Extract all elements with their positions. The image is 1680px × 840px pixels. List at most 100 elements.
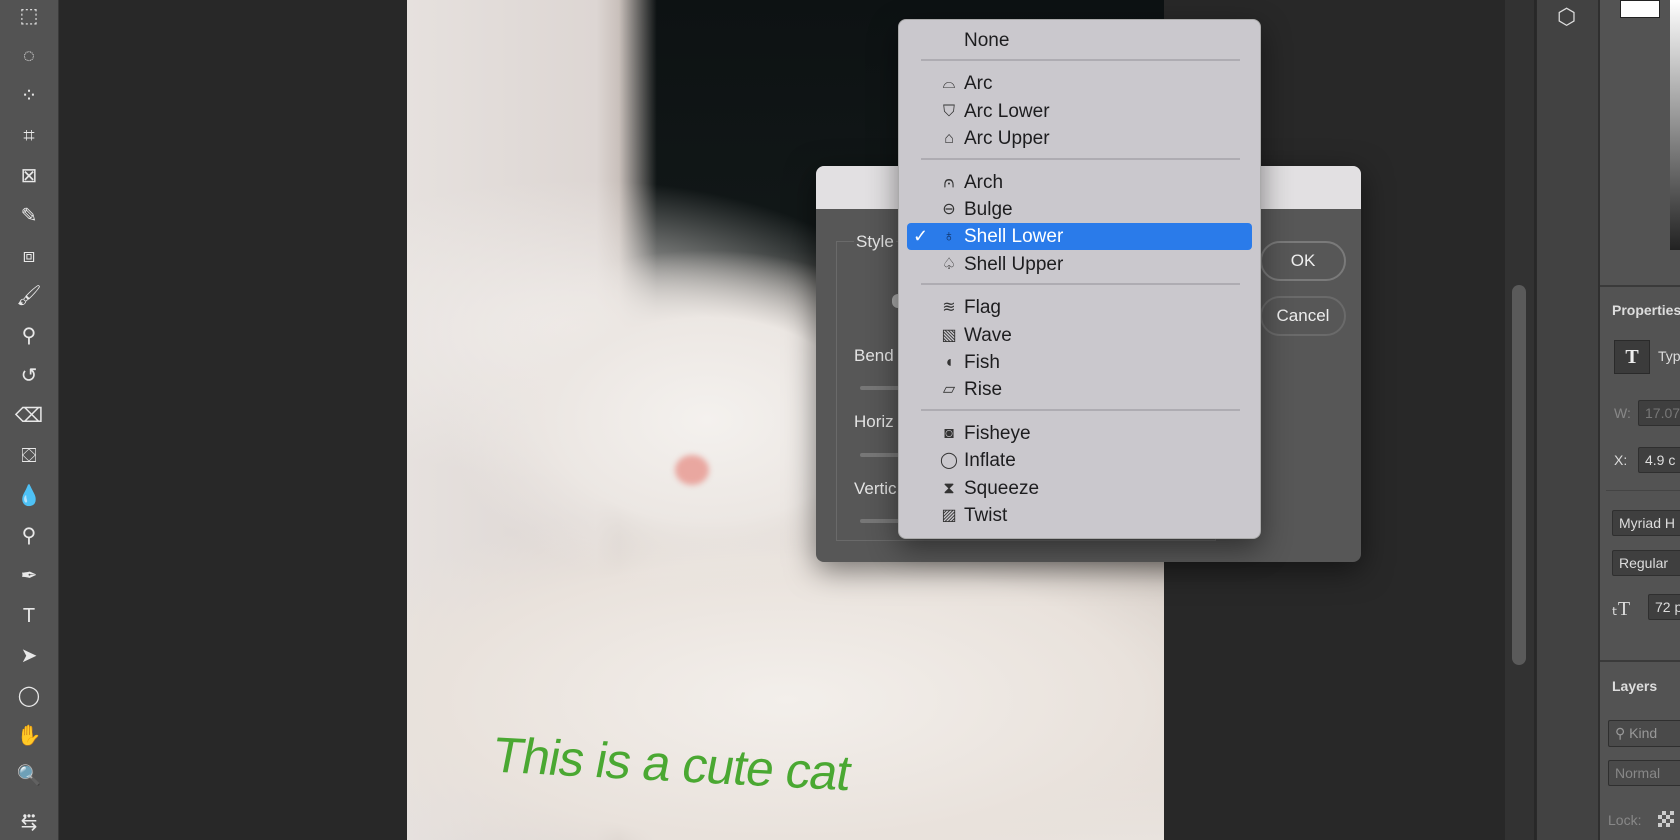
- shell-upper-warp-icon: ♤: [941, 255, 957, 273]
- fish-warp-icon: ◖: [944, 354, 954, 371]
- menu-item-label: Arc: [964, 73, 993, 95]
- font-size-field[interactable]: 72 p: [1648, 594, 1680, 620]
- squeeze-warp-icon: ⧗: [943, 479, 955, 497]
- menu-item-arch[interactable]: ⩀ Arch: [907, 169, 1252, 196]
- vertical-distortion-label: Vertic: [854, 479, 897, 498]
- menu-item-label: Fisheye: [964, 422, 1031, 444]
- marquee-icon[interactable]: ⬚: [14, 2, 44, 30]
- menu-separator: [921, 157, 1240, 160]
- arch-warp-icon: ⩀: [943, 173, 955, 191]
- frame-icon[interactable]: ⊠: [14, 162, 44, 190]
- search-icon: ⚲: [1615, 725, 1630, 741]
- eyedropper-icon[interactable]: ✎: [14, 202, 44, 230]
- menu-item-fish[interactable]: ◖ Fish: [907, 349, 1252, 376]
- arc-upper-warp-icon: ⌂: [944, 130, 954, 148]
- color-slider[interactable]: [1670, 0, 1680, 250]
- menu-item-label: Fish: [964, 352, 1000, 373]
- menu-item-label: Wave: [964, 324, 1012, 346]
- type-icon[interactable]: T: [14, 602, 44, 630]
- menu-item-twist[interactable]: ▨ Twist: [907, 502, 1252, 529]
- menu-item-label: Inflate: [964, 450, 1016, 472]
- menu-separator: [921, 59, 1240, 62]
- menu-separator: [921, 408, 1240, 411]
- menu-item-squeeze[interactable]: ⧗ Squeeze: [907, 475, 1252, 502]
- menu-item-none[interactable]: None: [907, 27, 1252, 54]
- cancel-button[interactable]: Cancel: [1260, 296, 1346, 336]
- arc-lower-warp-icon: ⛉: [942, 102, 955, 120]
- layer-kind-filter[interactable]: ⚲ Kind: [1608, 720, 1680, 747]
- layers-tab[interactable]: Layers: [1612, 678, 1657, 694]
- menu-item-label: Shell Upper: [964, 253, 1064, 275]
- menu-item-arc-upper[interactable]: ⌂ Arc Upper: [907, 125, 1252, 152]
- font-family-select[interactable]: Myriad H: [1612, 510, 1680, 536]
- pen-icon[interactable]: ✒: [14, 562, 44, 590]
- shell-lower-warp-icon: ♁: [943, 228, 955, 246]
- flag-warp-icon: ≋: [942, 299, 956, 317]
- panel-icon-strip: ⬡: [1536, 0, 1598, 840]
- vertical-scrollbar-thumb[interactable]: [1512, 285, 1526, 665]
- menu-item-label: Arch: [964, 171, 1004, 193]
- menu-item-fisheye[interactable]: ◙ Fisheye: [907, 420, 1252, 447]
- blend-mode-select[interactable]: Normal: [1608, 760, 1680, 786]
- bulge-warp-icon: ⊖: [942, 201, 956, 218]
- inflate-warp-icon: ◯: [940, 452, 958, 470]
- path-select-icon[interactable]: ➤: [14, 642, 44, 670]
- properties-title: Properties: [1612, 302, 1680, 318]
- width-field[interactable]: 17.07: [1638, 400, 1680, 426]
- style-label: Style: [854, 232, 896, 252]
- menu-item-arc[interactable]: ⌓ Arc: [907, 70, 1252, 97]
- fisheye-warp-icon: ◙: [944, 424, 954, 442]
- quick-select-icon[interactable]: ⁘: [14, 82, 44, 110]
- cat-nose: [675, 455, 709, 485]
- arc-warp-icon: ⌓: [942, 75, 956, 93]
- menu-item-label: Flag: [964, 297, 1001, 319]
- menu-item-label: Squeeze: [964, 477, 1040, 499]
- menu-item-label: Arc Upper: [964, 128, 1050, 150]
- menu-item-label: Twist: [964, 505, 1008, 526]
- menu-item-arc-lower[interactable]: ⛉ Arc Lower: [907, 98, 1252, 125]
- menu-item-wave[interactable]: ▧ Wave: [907, 322, 1252, 349]
- ok-button[interactable]: OK: [1260, 241, 1346, 281]
- menu-item-label: Bulge: [964, 199, 1013, 220]
- lasso-icon[interactable]: ◌: [14, 42, 44, 70]
- warp-style-dropdown-menu: None ⌓ Arc ⛉ Arc Lower ⌂ Arc Upper ⩀ Arch ⊖ Bulge ✓…: [898, 19, 1261, 539]
- history-brush-icon[interactable]: ↺: [14, 362, 44, 390]
- checkmark-icon: ✓: [913, 226, 929, 247]
- zoom-icon[interactable]: 🔍: [14, 762, 44, 790]
- menu-item-label: Arc Lower: [964, 100, 1050, 122]
- w-label: W:: [1614, 405, 1631, 421]
- swap-colors-icon[interactable]: ⇆: [14, 810, 44, 838]
- menu-item-inflate[interactable]: ◯ Inflate: [907, 447, 1252, 474]
- healing-brush-icon[interactable]: ⧈: [14, 242, 44, 270]
- lock-transparency-icon[interactable]: [1658, 811, 1674, 827]
- wave-warp-icon: ▧: [941, 326, 957, 344]
- font-style-select[interactable]: Regular: [1612, 550, 1680, 576]
- right-panel: Properties T Typ W: 17.07 X: 4.9 c Myria…: [1598, 0, 1680, 840]
- menu-item-shell-lower[interactable]: ✓ ♁ Shell Lower: [907, 223, 1252, 251]
- menu-item-label: Rise: [964, 379, 1003, 401]
- blur-icon[interactable]: 💧: [14, 482, 44, 510]
- dodge-icon[interactable]: ⚲: [14, 522, 44, 550]
- hand-icon[interactable]: ✋: [14, 722, 44, 750]
- menu-separator: [921, 283, 1240, 286]
- kind-label: Kind: [1629, 725, 1658, 741]
- crop-icon[interactable]: ⌗: [14, 122, 44, 150]
- eraser-icon[interactable]: ⌫: [14, 402, 44, 430]
- brush-icon[interactable]: 🖌: [14, 282, 44, 310]
- menu-item-bulge[interactable]: ⊖ Bulge: [907, 196, 1252, 223]
- tools-toolbar: ⬚ ◌ ⁘ ⌗ ⊠ ✎ ⧈ 🖌 ⚲ ↺ ⌫ ⛋ 💧 ⚲ ✒ T ➤ ◯ ✋ 🔍 ••• ⇆: [0, 0, 59, 840]
- x-field[interactable]: 4.9 c: [1638, 447, 1680, 473]
- color-swatch[interactable]: [1620, 0, 1660, 18]
- 3d-cube-icon[interactable]: ⬡: [1557, 4, 1576, 30]
- menu-item-flag[interactable]: ≋ Flag: [907, 294, 1252, 321]
- stamp-icon[interactable]: ⚲: [14, 322, 44, 350]
- type-layer-icon: T: [1614, 340, 1650, 374]
- menu-item-shell-upper[interactable]: ♤ Shell Upper: [907, 251, 1252, 278]
- font-size-icon: ₜT: [1612, 598, 1631, 620]
- paint-bucket-icon[interactable]: ⛋: [14, 442, 44, 470]
- horizontal-distortion-label: Horiz: [854, 412, 894, 431]
- ellipse-icon[interactable]: ◯: [14, 682, 44, 710]
- type-label: Typ: [1658, 348, 1680, 364]
- lock-label: Lock:: [1608, 812, 1642, 828]
- menu-item-rise[interactable]: ▱ Rise: [907, 376, 1252, 403]
